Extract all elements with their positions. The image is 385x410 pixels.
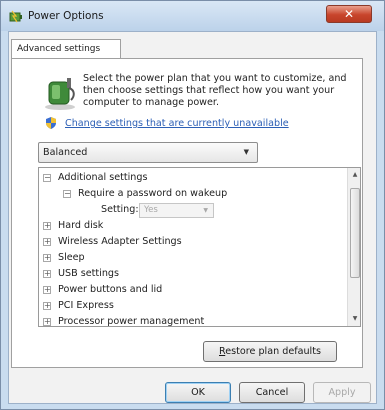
password-setting-dropdown[interactable]: Yes ▼ [139,203,214,218]
tab-advanced-settings[interactable]: Advanced settings [11,39,121,59]
change-unavailable-settings-link[interactable]: Change settings that are currently unava… [65,118,289,129]
tree-item-label: Hard disk [58,220,104,231]
expand-icon[interactable]: + [43,270,51,278]
apply-button[interactable]: Apply [313,382,371,403]
settings-tree[interactable]: − Additional settings − Require a passwo… [38,167,361,327]
uac-shield-icon [46,117,56,129]
tree-item-label: Require a password on wakeup [78,188,228,199]
tree-item-label: Wireless Adapter Settings [58,236,182,247]
expand-icon[interactable]: + [43,302,51,310]
chevron-down-icon: ▼ [243,148,249,156]
title-bar[interactable]: Power Options ✕ [1,1,384,31]
expand-icon[interactable]: + [43,286,51,294]
collapse-icon[interactable]: − [63,190,71,198]
tree-scrollbar[interactable]: ▲ ▼ [347,168,360,326]
collapse-icon[interactable]: − [43,174,51,182]
power-options-icon [9,10,22,23]
close-icon: ✕ [343,7,355,21]
expand-icon[interactable]: + [43,254,51,262]
intro-line-1: Select the power plan that you want to c… [83,73,347,84]
scrollbar-thumb[interactable] [350,188,360,278]
battery-plug-icon [45,78,75,110]
intro-text: Select the power plan that you want to c… [83,73,353,109]
setting-value: Yes [144,205,158,215]
ok-button[interactable]: OK [165,382,231,403]
intro-line-3: computer to manage power. [83,97,220,108]
expand-icon[interactable]: + [43,222,51,230]
tree-item-label: PCI Express [58,300,114,311]
cancel-button[interactable]: Cancel [239,382,305,403]
tree-item-label: Additional settings [58,172,148,183]
expand-icon[interactable]: + [43,238,51,246]
expand-icon[interactable]: + [43,318,51,326]
scroll-down-icon[interactable]: ▼ [349,313,360,325]
tree-item-label: USB settings [58,268,120,279]
restore-plan-defaults-button[interactable]: Restore plan defaults [203,341,337,362]
power-options-window: Power Options ✕ Advanced settings Select… [0,0,385,410]
button-label: estore plan defaults [225,346,321,357]
chevron-down-icon: ▼ [203,207,208,214]
power-plan-value: Balanced [43,147,88,158]
intro-line-2: then choose settings that reflect how yo… [83,85,335,96]
tree-item-label: Processor power management [58,316,205,327]
window-title: Power Options [28,10,104,22]
close-button[interactable]: ✕ [326,5,372,23]
scroll-up-icon[interactable]: ▲ [349,169,360,181]
tree-item-label: Power buttons and lid [58,284,163,295]
setting-label: Setting: [101,204,139,215]
tree-item-label: Sleep [58,252,85,263]
power-plan-dropdown[interactable]: Balanced ▼ [38,142,258,163]
